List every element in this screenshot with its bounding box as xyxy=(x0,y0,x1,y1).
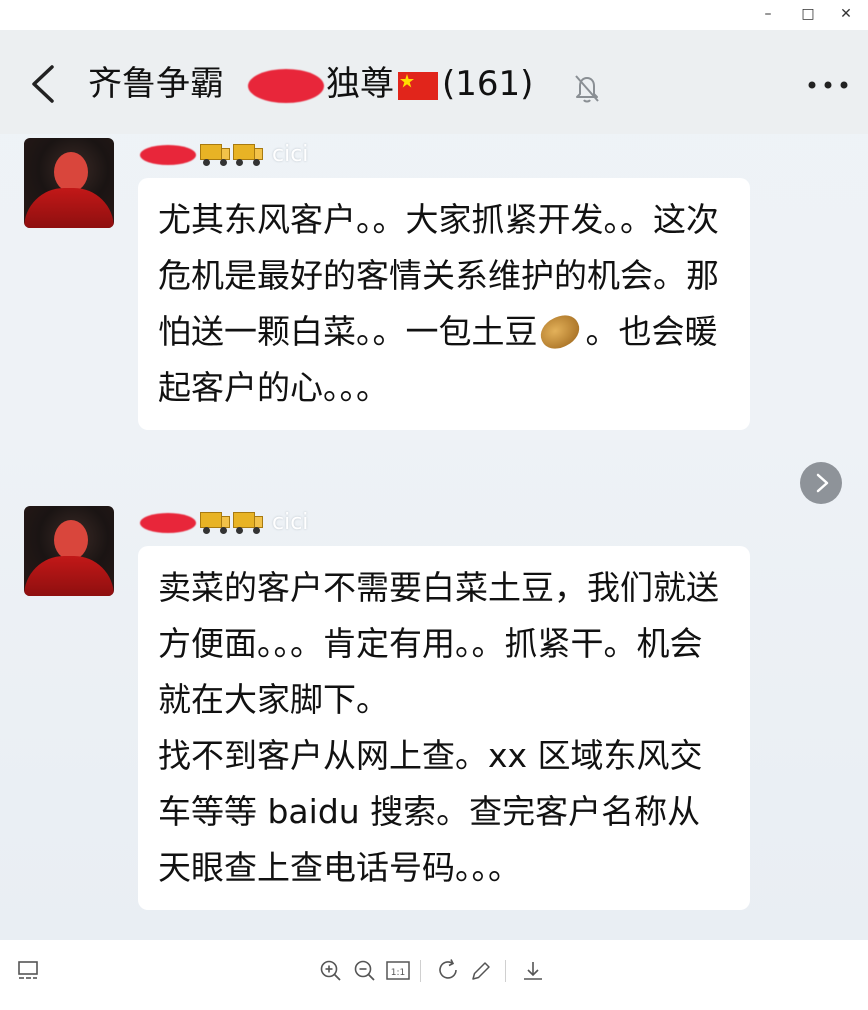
redaction-mark xyxy=(248,68,324,103)
potato-emoji-icon xyxy=(535,309,584,355)
redaction-mark xyxy=(140,512,196,533)
truck-emoji-icon xyxy=(200,511,230,534)
sender-name: cici xyxy=(272,510,309,535)
minimize-button[interactable]: – xyxy=(748,2,788,26)
avatar-clothing xyxy=(24,188,114,228)
avatar-clothing xyxy=(24,556,114,596)
close-button[interactable]: ✕ xyxy=(826,2,866,26)
chat-screenshot: 齐鲁争霸 独尊 (161) cici 尤其东风客户。。大家抓紧开发。。这次危机是最好… xyxy=(0,30,868,940)
actual-size-label: 1:1 xyxy=(391,968,405,978)
china-flag-icon xyxy=(398,71,438,100)
zoom-in-icon[interactable] xyxy=(318,958,344,984)
chat-title-suffix: 独尊 xyxy=(326,64,394,104)
message-text: 卖菜的客户不需要白菜土豆，我们就送方便面。。。肯定有用。。抓紧干。机会就在大家脚… xyxy=(158,568,719,887)
maximize-button[interactable]: □ xyxy=(788,2,828,26)
toolbar-separator xyxy=(420,960,421,982)
chat-header: 齐鲁争霸 独尊 (161) xyxy=(0,30,868,134)
rotate-icon[interactable] xyxy=(436,958,462,984)
window-titlebar: – □ ✕ xyxy=(0,0,868,30)
sender-line: cici xyxy=(140,142,308,172)
chat-title: 齐鲁争霸 独尊 (161) xyxy=(88,60,533,108)
chat-title-prefix: 齐鲁争霸 xyxy=(88,64,224,104)
message-bubble[interactable]: 卖菜的客户不需要白菜土豆，我们就送方便面。。。肯定有用。。抓紧干。机会就在大家脚… xyxy=(138,546,750,910)
sender-line: cici xyxy=(140,510,308,540)
sender-name: cici xyxy=(272,142,309,167)
zoom-out-icon[interactable] xyxy=(352,958,378,984)
truck-emoji-icon xyxy=(233,143,263,166)
avatar-redaction xyxy=(54,152,88,192)
avatar[interactable] xyxy=(24,138,114,228)
chevron-left-icon[interactable] xyxy=(26,64,62,104)
viewer-toolbar: 1:1 xyxy=(0,940,868,1010)
member-count: (161) xyxy=(442,64,534,104)
actual-size-icon[interactable]: 1:1 xyxy=(385,958,411,984)
truck-emoji-icon xyxy=(200,143,230,166)
avatar-redaction xyxy=(54,520,88,560)
avatar[interactable] xyxy=(24,506,114,596)
message-bubble[interactable]: 尤其东风客户。。大家抓紧开发。。这次危机是最好的客情关系维护的机会。那怕送一颗白… xyxy=(138,178,750,430)
more-dots-icon[interactable] xyxy=(806,70,850,100)
message-text: 尤其东风客户。。大家抓紧开发。。这次危机是最好的客情关系维护的机会。那怕送一颗白… xyxy=(158,192,732,416)
thumbnail-icon[interactable] xyxy=(16,958,42,984)
next-image-button[interactable] xyxy=(800,462,842,504)
download-icon[interactable] xyxy=(520,958,546,984)
truck-emoji-icon xyxy=(233,511,263,534)
toolbar-separator xyxy=(505,960,506,982)
edit-icon[interactable] xyxy=(468,958,494,984)
bell-muted-icon xyxy=(572,72,602,104)
redaction-mark xyxy=(140,144,196,165)
